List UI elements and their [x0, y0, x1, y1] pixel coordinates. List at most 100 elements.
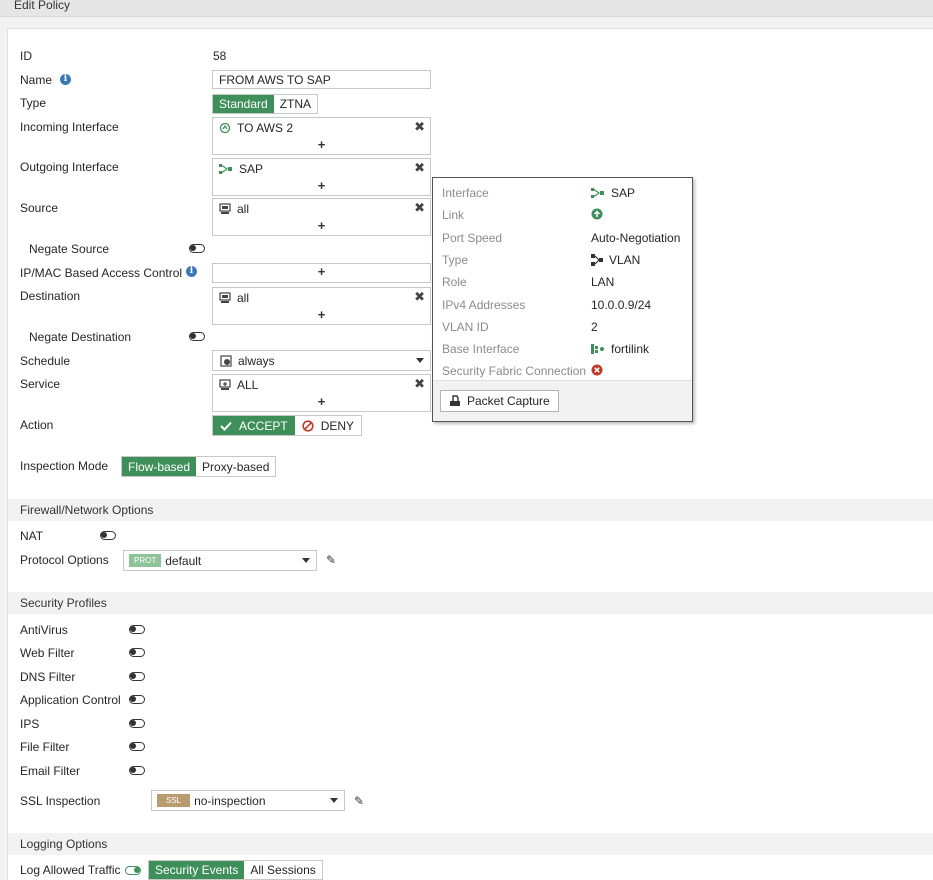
email-filter-label: Email Filter — [20, 764, 81, 778]
flow-based-option[interactable]: Flow-based — [122, 457, 197, 476]
info-icon[interactable]: i — [186, 266, 197, 277]
destination-label: Destination — [20, 289, 81, 303]
application-control-label: Application Control — [20, 693, 121, 707]
vlan-icon — [591, 188, 604, 198]
log-mode-selector: Security Events All Sessions — [148, 860, 323, 880]
service-field[interactable]: ALL ✖ + — [212, 374, 431, 412]
check-icon — [220, 421, 232, 431]
tooltip-value-security-fabric — [591, 364, 603, 376]
firewall-section-title: Firewall/Network Options — [20, 503, 154, 517]
outgoing-interface-label: Outgoing Interface — [20, 160, 119, 174]
tooltip-key: Port Speed — [442, 231, 503, 245]
file-filter-toggle[interactable] — [129, 742, 145, 751]
add-service-button[interactable]: + — [213, 395, 430, 409]
service-label: Service — [20, 377, 61, 391]
service-icon — [219, 379, 231, 390]
negate-source-toggle[interactable] — [189, 244, 205, 253]
antivirus-toggle[interactable] — [129, 625, 145, 634]
protocol-options-select[interactable]: PROT default — [123, 550, 317, 571]
tooltip-key: Interface — [442, 186, 489, 200]
add-outgoing-interface-button[interactable]: + — [213, 179, 430, 193]
logging-section-title: Logging Options — [20, 837, 108, 851]
source-item[interactable]: all — [219, 202, 249, 216]
tooltip-value-link — [591, 208, 603, 220]
all-sessions-option[interactable]: All Sessions — [244, 861, 321, 879]
negate-destination-toggle[interactable] — [189, 332, 205, 341]
tooltip-key: Link — [442, 208, 465, 222]
window-title: Edit Policy — [14, 0, 71, 12]
tooltip-value-port-speed: Auto-Negotiation — [591, 231, 681, 245]
chevron-down-icon — [416, 358, 424, 363]
antivirus-label: AntiVirus — [20, 623, 68, 637]
outgoing-interface-item[interactable]: SAP — [219, 162, 263, 176]
protocol-options-label: Protocol Options — [20, 553, 109, 567]
accept-button[interactable]: ACCEPT — [213, 416, 295, 435]
base-interface-name: fortilink — [611, 342, 650, 356]
source-field[interactable]: all ✖ + — [212, 198, 431, 236]
id-label: ID — [20, 49, 32, 63]
remove-icon[interactable]: ✖ — [414, 289, 425, 305]
incoming-interface-field[interactable]: TO AWS 2 ✖ + — [212, 117, 431, 155]
chevron-down-icon — [330, 798, 338, 803]
dns-filter-label: DNS Filter — [20, 670, 76, 684]
security-events-option[interactable]: Security Events — [149, 861, 245, 879]
web-filter-toggle[interactable] — [129, 648, 145, 657]
incoming-interface-item[interactable]: TO AWS 2 — [219, 121, 293, 135]
type-standard-option[interactable]: Standard — [213, 95, 274, 113]
name-input[interactable]: FROM AWS TO SAP — [212, 70, 431, 89]
source-label: Source — [20, 201, 59, 215]
add-source-button[interactable]: + — [213, 219, 430, 233]
incoming-interface-label: Incoming Interface — [20, 120, 119, 134]
tooltip-key: Security Fabric Connection — [442, 364, 587, 378]
dns-filter-toggle[interactable] — [129, 672, 145, 681]
ip-mac-field[interactable]: + — [212, 263, 431, 283]
interface-type: VLAN — [609, 253, 641, 267]
tooltip-value-role: LAN — [591, 275, 615, 289]
tooltip-key: Role — [442, 275, 467, 289]
destination-item[interactable]: all — [219, 291, 249, 305]
destination-field[interactable]: all ✖ + — [212, 287, 431, 325]
action-label: Action — [20, 418, 54, 432]
service-item[interactable]: ALL — [219, 378, 258, 392]
outgoing-interface-field[interactable]: SAP ✖ + — [212, 158, 431, 196]
type-ztna-option[interactable]: ZTNA — [274, 95, 317, 113]
remove-icon[interactable]: ✖ — [414, 376, 425, 392]
email-filter-toggle[interactable] — [129, 766, 145, 775]
deny-label: DENY — [320, 418, 355, 433]
add-destination-button[interactable]: + — [213, 308, 430, 322]
remove-icon[interactable]: ✖ — [414, 119, 425, 135]
log-allowed-traffic-label: Log Allowed Traffic — [20, 863, 121, 877]
logging-section-header: Logging Options — [8, 833, 933, 855]
log-allowed-traffic-toggle[interactable] — [125, 866, 141, 875]
packet-capture-button[interactable]: Packet Capture — [440, 390, 559, 412]
ssl-inspection-label: SSL Inspection — [20, 794, 101, 808]
application-control-toggle[interactable] — [129, 695, 145, 704]
remove-icon[interactable]: ✖ — [414, 200, 425, 216]
fortilink-icon — [591, 344, 604, 354]
inspection-mode-selector: Flow-based Proxy-based — [121, 456, 277, 477]
info-icon[interactable]: i — [60, 74, 71, 85]
deny-button[interactable]: DENY — [295, 416, 361, 435]
action-selector: ACCEPT DENY — [212, 415, 363, 436]
edit-icon[interactable]: ✎ — [354, 794, 364, 808]
nat-toggle[interactable] — [100, 531, 116, 540]
add-ip-mac-button[interactable]: + — [213, 265, 430, 279]
tooltip-key: Base Interface — [442, 342, 520, 356]
ips-toggle[interactable] — [129, 719, 145, 728]
tooltip-key: IPv4 Addresses — [442, 298, 526, 312]
ssl-inspection-select[interactable]: SSL no-inspection — [151, 790, 345, 811]
incoming-interface-value: TO AWS 2 — [237, 121, 294, 135]
edit-policy-panel — [7, 28, 933, 880]
add-incoming-interface-button[interactable]: + — [213, 138, 430, 152]
vlan-type-icon — [591, 254, 603, 266]
protocol-options-value: default — [165, 553, 202, 568]
proxy-based-option[interactable]: Proxy-based — [196, 457, 275, 476]
schedule-value: always — [238, 353, 275, 368]
destination-value: all — [237, 291, 250, 305]
schedule-select[interactable]: always — [212, 350, 431, 371]
edit-icon[interactable]: ✎ — [326, 553, 336, 567]
remove-icon[interactable]: ✖ — [414, 160, 425, 176]
negate-destination-label: Negate Destination — [29, 330, 132, 344]
chevron-down-icon — [302, 558, 310, 563]
ip-mac-label: IP/MAC Based Access Control — [20, 266, 183, 280]
